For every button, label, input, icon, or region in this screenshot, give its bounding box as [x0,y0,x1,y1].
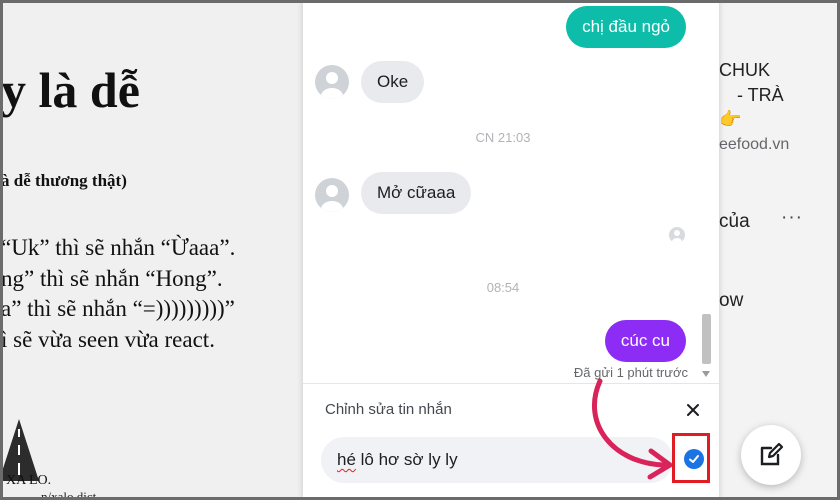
avatar-icon [315,65,349,99]
feed-text: CHUK [719,60,771,80]
feed-text: - TRÀ [737,85,784,105]
pointing-hand-icon: 👉 [719,109,742,129]
scroll-down-icon[interactable] [702,371,710,377]
check-icon [689,455,699,463]
document-subtitle: à dễ thương thật) [3,171,127,190]
confirm-edit-button[interactable] [684,449,704,469]
document-line: ng” thì sẽ nhắn “Hong”. [3,266,223,291]
edit-message-input[interactable]: hé lô hơ sờ ly ly [321,437,673,483]
input-value[interactable]: hé lô hơ sờ ly ly [337,450,458,470]
background-document: y là dễ à dễ thương thật) “Uk” thì sẽ nh… [3,3,303,497]
chat-scrollbar[interactable] [699,3,713,379]
more-options-icon[interactable]: ··· [781,207,803,229]
incoming-message[interactable]: Mở cữaaa [361,172,472,214]
outgoing-message[interactable]: cúc cu [604,320,686,362]
document-line: ì sẽ vừa seen vừa react. [3,327,215,352]
document-line: “Uk” thì sẽ nhắn “Ừaaa”. [3,235,236,260]
incoming-message[interactable]: Oke [361,61,425,103]
feed-text: ow [719,290,744,311]
outgoing-message[interactable]: chị đầu ngỏ [566,6,686,48]
close-icon[interactable] [683,400,703,420]
edit-panel-title: Chỉnh sửa tin nhắn [325,401,452,418]
edit-message-panel: Chỉnh sửa tin nhắn hé lô hơ sờ ly ly [303,383,719,497]
logo-url: n/xalo.dict [41,489,97,497]
chat-window: chị đầu ngỏ Oke CN 21:03 Mở cữaaa 08:54 … [303,3,719,497]
feed-domain[interactable]: eefood.vn [719,136,789,154]
misspelled-word: hé [337,450,356,469]
input-value-rest: lô hơ sờ ly ly [355,450,458,469]
document-title: y là dễ [3,62,140,118]
timestamp: 08:54 [486,280,520,295]
feed-text: của [719,211,750,232]
seen-avatar-icon [669,227,685,243]
right-feed-panel: CHUK - TRÀ 👉 eefood.vn của ··· ow [719,3,837,497]
timestamp: CN 21:03 [475,130,531,145]
avatar-icon [315,178,349,212]
scroll-thumb[interactable] [702,314,711,364]
sent-status: Đã gửi 1 phút trước [573,365,688,380]
compose-icon [760,442,784,466]
highlight-box [672,433,710,483]
screenshot-frame: y là dễ à dễ thương thật) “Uk” thì sẽ nh… [3,3,837,497]
logo-text: XA LO. [6,473,52,488]
document-line: a” thì sẽ nhắn “=)))))))))” [3,296,235,321]
new-message-button[interactable] [741,425,801,485]
